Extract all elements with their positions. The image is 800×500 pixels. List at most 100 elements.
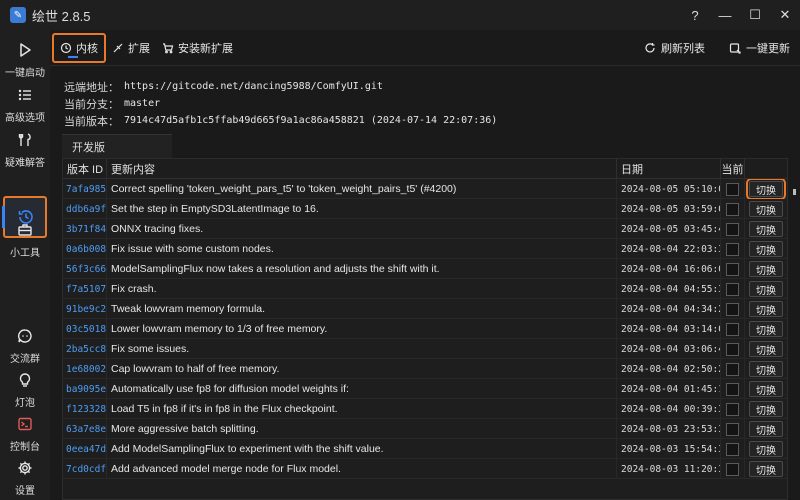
commit-id[interactable]: 63a7e8e <box>63 419 107 439</box>
current-checkbox[interactable] <box>726 222 739 236</box>
commit-id[interactable]: 0a6b008 <box>63 239 107 259</box>
chat-icon <box>15 326 35 346</box>
sidebar-item-label: 小工具 <box>10 248 40 259</box>
header-current: 当前 <box>721 159 745 179</box>
commit-id[interactable]: 7cd0cdf <box>63 459 107 479</box>
switch-button[interactable]: 切换 <box>749 361 783 377</box>
branch-label: 当前分支： <box>64 98 119 111</box>
commit-message: Tweak lowvram memory formula. <box>107 299 617 319</box>
switch-button[interactable]: 切换 <box>749 281 783 297</box>
sidebar-item-settings[interactable]: 设置 <box>0 458 50 497</box>
current-checkbox[interactable] <box>726 242 739 256</box>
commit-message: Fix some issues. <box>107 339 617 359</box>
commit-date: 2024-08-03 23:53:30 <box>617 419 721 439</box>
commit-table: 版本 ID 更新内容 日期 当前 7afa985 Correct spelling… <box>62 158 796 500</box>
tab-extensions[interactable]: 扩展 <box>106 30 156 66</box>
sidebar-item-troubleshoot[interactable]: 疑难解答 <box>0 130 50 169</box>
sidebar-item-advanced[interactable]: 高级选项 <box>0 85 50 124</box>
tab-label: 扩展 <box>128 42 150 55</box>
sidebar-item-launch[interactable]: 一键启动 <box>0 40 50 79</box>
switch-button[interactable]: 切换 <box>749 221 783 237</box>
commit-id[interactable]: 1e68002 <box>63 359 107 379</box>
current-checkbox[interactable] <box>726 322 739 336</box>
switch-button[interactable]: 切换 <box>746 179 786 199</box>
current-cell <box>721 379 745 399</box>
tab-install-extension[interactable]: 安装新扩展 <box>156 30 239 66</box>
commit-id[interactable]: 7afa985 <box>63 179 107 199</box>
commit-date: 2024-08-04 01:45:19 <box>617 379 721 399</box>
sidebar-item-console[interactable]: 控制台 <box>0 414 50 453</box>
current-checkbox[interactable] <box>726 382 739 396</box>
commit-id[interactable]: 56f3c66 <box>63 259 107 279</box>
current-checkbox[interactable] <box>726 442 739 456</box>
current-checkbox[interactable] <box>726 302 739 316</box>
table-header: 版本 ID 更新内容 日期 当前 <box>63 159 787 179</box>
current-checkbox[interactable] <box>726 362 739 376</box>
switch-button[interactable]: 切换 <box>749 241 783 257</box>
commit-message: Correct spelling 'token_weight_pars_t5' … <box>107 179 617 199</box>
current-cell <box>721 199 745 219</box>
commit-id[interactable]: f7a5107 <box>63 279 107 299</box>
action-cell: 切换 <box>745 459 787 479</box>
switch-button[interactable]: 切换 <box>749 301 783 317</box>
commit-id[interactable]: ba9095e <box>63 379 107 399</box>
table-row: 3b71f84 ONNX tracing fixes. 2024-08-05 03:… <box>63 219 787 239</box>
commit-id[interactable]: 91be9c2 <box>63 299 107 319</box>
action-cell: 切换 <box>745 439 787 459</box>
close-button[interactable]: ✕ <box>770 0 800 30</box>
commit-message: ONNX tracing fixes. <box>107 219 617 239</box>
tab-dev-branch[interactable]: 开发版 <box>62 134 172 158</box>
sidebar-item-bulb[interactable]: 灯泡 <box>0 370 50 409</box>
action-cell: 切换 <box>745 199 787 219</box>
switch-button[interactable]: 切换 <box>749 381 783 397</box>
commit-id[interactable]: 3b71f84 <box>63 219 107 239</box>
commit-id[interactable]: 2ba5cc8 <box>63 339 107 359</box>
switch-button[interactable]: 切换 <box>749 441 783 457</box>
refresh-list-button[interactable]: 刷新列表 <box>644 40 705 56</box>
version-label: 当前版本： <box>64 115 119 128</box>
version-value: 7914c47d5afb1c5ffab49d665f9a1ac86a458821… <box>124 115 498 126</box>
maximize-button[interactable]: ☐ <box>740 0 770 30</box>
current-checkbox[interactable] <box>726 462 739 476</box>
repo-info: 远端地址： https://gitcode.net/dancing5988/Co… <box>64 78 764 129</box>
commit-id[interactable]: 0eea47d <box>63 439 107 459</box>
commit-date: 2024-08-05 03:45:43 <box>617 219 721 239</box>
switch-button[interactable]: 切换 <box>749 321 783 337</box>
commit-id[interactable]: ddb6a9f <box>63 199 107 219</box>
switch-button[interactable]: 切换 <box>749 261 783 277</box>
commit-date: 2024-08-05 05:10:02 <box>617 179 721 199</box>
current-cell <box>721 219 745 239</box>
current-checkbox[interactable] <box>726 262 739 276</box>
switch-button[interactable]: 切换 <box>749 401 783 417</box>
current-checkbox[interactable] <box>726 422 739 436</box>
current-checkbox[interactable] <box>726 402 739 416</box>
update-all-button[interactable]: 一键更新 <box>729 40 790 56</box>
branch-row: 当前分支： master <box>64 95 764 112</box>
switch-button[interactable]: 切换 <box>749 341 783 357</box>
switch-button[interactable]: 切换 <box>749 201 783 217</box>
current-checkbox[interactable] <box>726 342 739 356</box>
help-button[interactable]: ? <box>680 0 710 30</box>
commit-date: 2024-08-04 02:50:20 <box>617 359 721 379</box>
commit-id[interactable]: 03c5018 <box>63 319 107 339</box>
current-cell <box>721 439 745 459</box>
current-checkbox[interactable] <box>726 182 739 196</box>
table-row: ba9095e Automatically use fp8 for diffusi… <box>63 379 787 399</box>
branch-value: master <box>124 98 161 109</box>
sidebar-item-tools[interactable]: 小工具 <box>0 220 50 259</box>
current-checkbox[interactable] <box>726 202 739 216</box>
window-title: 绘世 2.8.5 <box>32 8 91 24</box>
minimize-button[interactable]: — <box>710 0 740 30</box>
switch-button[interactable]: 切换 <box>749 421 783 437</box>
current-checkbox[interactable] <box>726 282 739 296</box>
sidebar-item-community[interactable]: 交流群 <box>0 326 50 365</box>
gear-icon <box>15 458 35 478</box>
scrollbar[interactable] <box>793 189 796 195</box>
switch-button[interactable]: 切换 <box>749 461 783 477</box>
action-cell: 切换 <box>745 179 787 199</box>
tab-core[interactable]: 内核 <box>52 32 106 63</box>
commit-date: 2024-08-04 22:03:33 <box>617 239 721 259</box>
commit-id[interactable]: f123328 <box>63 399 107 419</box>
commit-date: 2024-08-04 16:06:00 <box>617 259 721 279</box>
action-cell: 切换 <box>745 319 787 339</box>
